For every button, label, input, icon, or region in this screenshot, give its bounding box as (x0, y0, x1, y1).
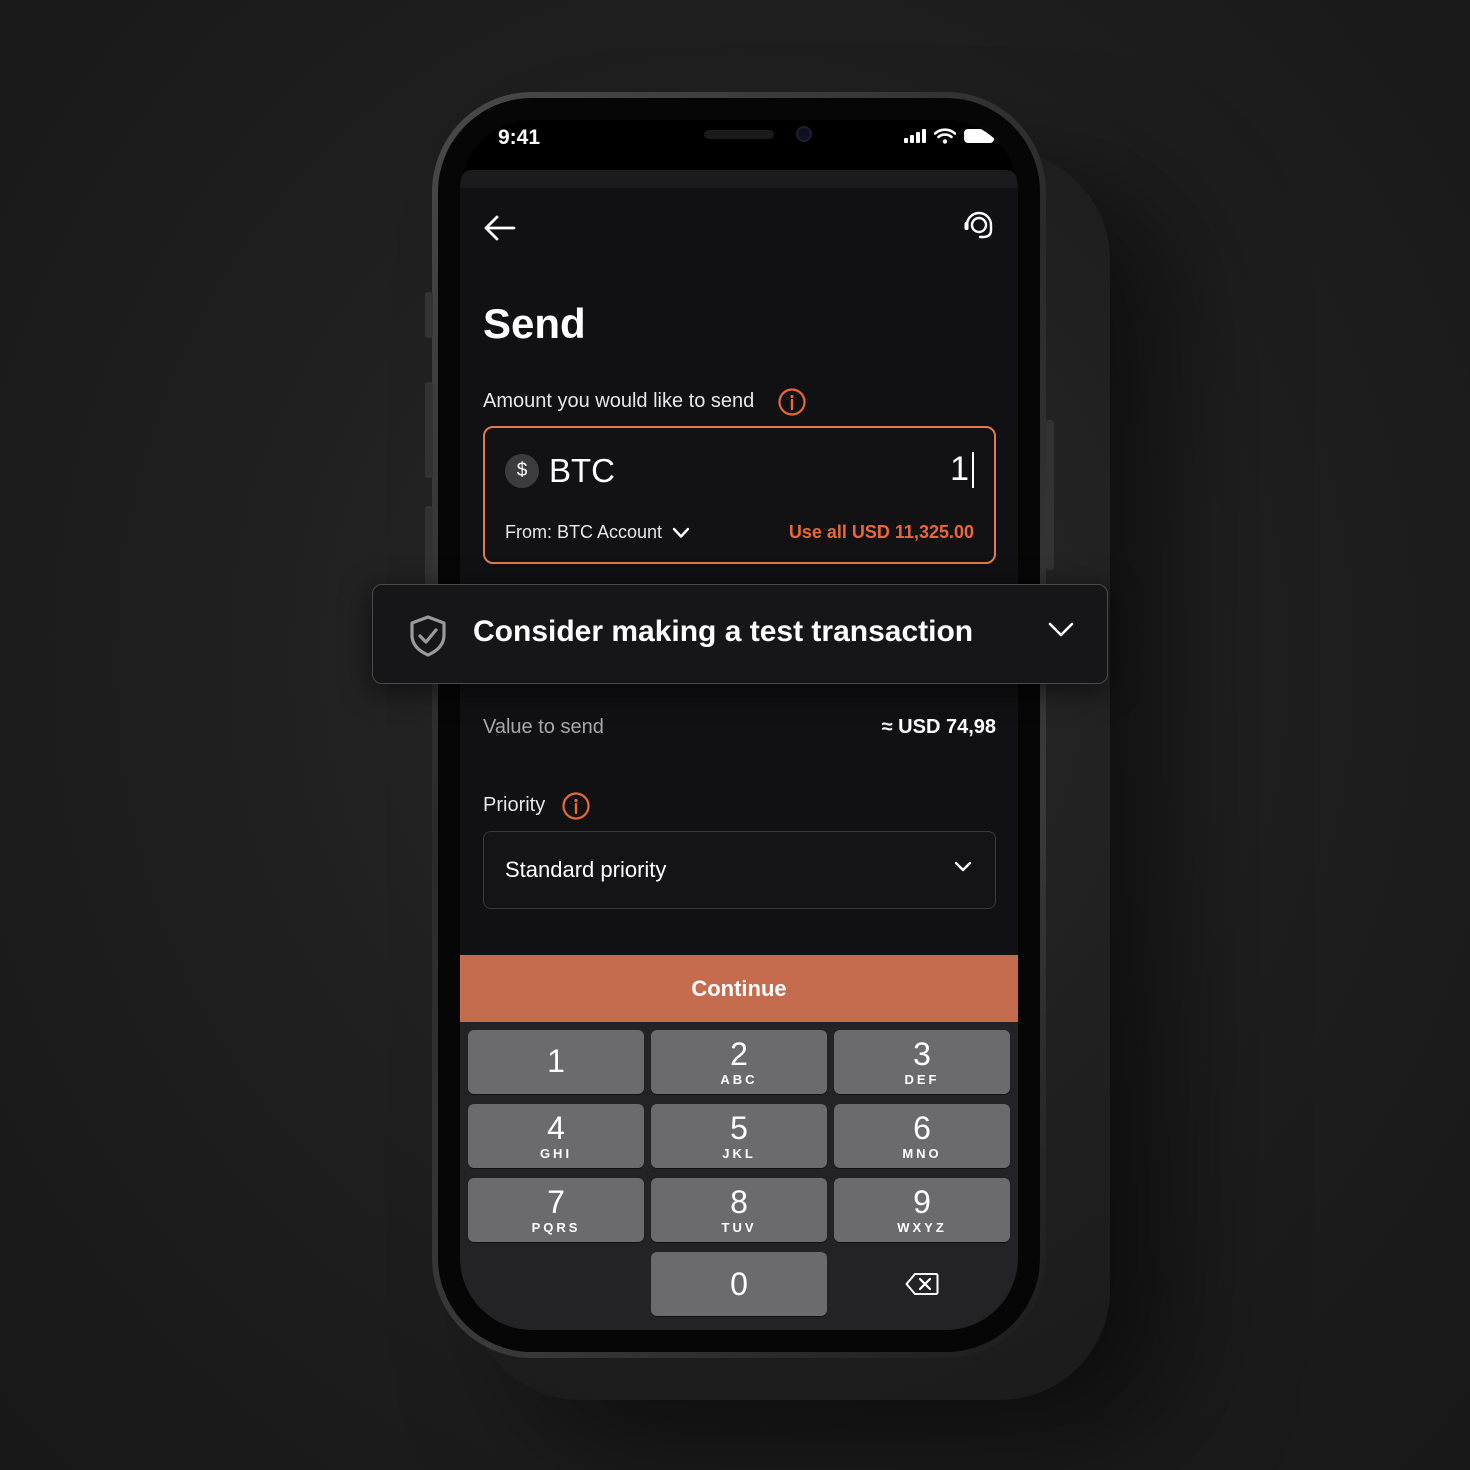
key-1[interactable]: 1 (468, 1030, 644, 1094)
from-account-label: From: BTC Account (505, 522, 663, 542)
key-letters: DEF (904, 1072, 940, 1087)
amount-label: Amount you would like to send (483, 390, 755, 412)
status-time: 9:41 (498, 126, 541, 149)
send-screen: Send Amount you would like to send $ BTC… (460, 188, 1018, 1330)
page-title: Send (483, 300, 586, 347)
amount-value[interactable]: 1 (950, 450, 974, 489)
priority-dropdown[interactable]: Standard priority (483, 831, 996, 909)
key-number: 3 (913, 1036, 931, 1072)
key-number: 7 (547, 1184, 565, 1220)
priority-label: Priority (483, 794, 546, 816)
priority-selected-value: Standard priority (505, 857, 667, 882)
key-number: 0 (730, 1266, 748, 1302)
wifi-icon (934, 128, 956, 144)
priority-info-icon[interactable] (562, 792, 590, 820)
value-to-send-amount: ≈ USD 74,98 (881, 716, 996, 738)
headset-support-icon (964, 211, 993, 239)
back-button[interactable] (482, 210, 518, 246)
key-0[interactable]: 0 (651, 1252, 827, 1316)
key-number: 1 (547, 1043, 565, 1079)
dollar-coin-icon: $ (505, 454, 539, 488)
phone-volume-up (425, 382, 433, 478)
backspace-icon (905, 1273, 939, 1295)
phone-mute-switch (425, 292, 433, 338)
key-4[interactable]: 4 GHI (468, 1104, 644, 1168)
key-letters: GHI (539, 1146, 573, 1161)
phone-power-button (1046, 420, 1054, 570)
text-caret (972, 451, 974, 488)
support-button[interactable] (960, 208, 996, 244)
key-letters: WXYZ (897, 1220, 947, 1235)
shield-check-icon (410, 615, 446, 657)
key-number: 2 (730, 1036, 748, 1072)
value-to-send-label: Value to send (483, 716, 604, 738)
key-8[interactable]: 8 TUV (651, 1178, 827, 1242)
key-letters: MNO (902, 1146, 942, 1161)
cellular-signal-icon (904, 129, 926, 143)
info-icon[interactable] (778, 388, 806, 416)
from-account-selector[interactable]: From: BTC Account (505, 522, 690, 543)
key-number: 6 (913, 1110, 931, 1146)
chevron-down-icon (954, 861, 972, 872)
amount-value-text: 1 (950, 450, 969, 488)
sheet-top-edge (460, 170, 1018, 188)
key-letters: ABC (720, 1072, 758, 1087)
delete-key[interactable] (834, 1252, 1010, 1316)
key-5[interactable]: 5 JKL (651, 1104, 827, 1168)
currency-code: BTC (549, 452, 615, 489)
use-all-button[interactable]: Use all USD 11,325.00 (789, 522, 974, 543)
numeric-keypad: 1 2 ABC 3 DEF 4 GHI 5 JKL 6 MNO 7 PQRS 8… (460, 1022, 1018, 1330)
key-letters: PQRS (531, 1220, 581, 1235)
key-number: 9 (913, 1184, 931, 1220)
chevron-down-icon[interactable] (1047, 621, 1075, 639)
key-number: 8 (730, 1184, 748, 1220)
front-camera (796, 126, 812, 142)
key-number: 4 (547, 1110, 565, 1146)
key-2[interactable]: 2 ABC (651, 1030, 827, 1094)
status-icons (904, 128, 998, 144)
continue-button[interactable]: Continue (460, 955, 1018, 1022)
amount-input-box[interactable]: $ BTC 1 From: BTC Account Use all USD 11… (483, 426, 996, 564)
key-6[interactable]: 6 MNO (834, 1104, 1010, 1168)
key-3[interactable]: 3 DEF (834, 1030, 1010, 1094)
key-number: 5 (730, 1110, 748, 1146)
test-transaction-banner[interactable]: Consider making a test transaction (372, 584, 1108, 684)
banner-text: Consider making a test transaction (473, 615, 974, 648)
phone-screen: 9:41 Send Amount you would like to send … (460, 120, 1018, 1330)
key-letters: TUV (721, 1220, 757, 1235)
key-9[interactable]: 9 WXYZ (834, 1178, 1010, 1242)
chevron-down-icon (672, 527, 690, 538)
battery-icon (964, 129, 998, 143)
arrow-left-icon (484, 215, 516, 241)
speaker-grille (704, 130, 774, 139)
key-letters: JKL (722, 1146, 756, 1161)
notch (592, 120, 888, 166)
key-7[interactable]: 7 PQRS (468, 1178, 644, 1242)
